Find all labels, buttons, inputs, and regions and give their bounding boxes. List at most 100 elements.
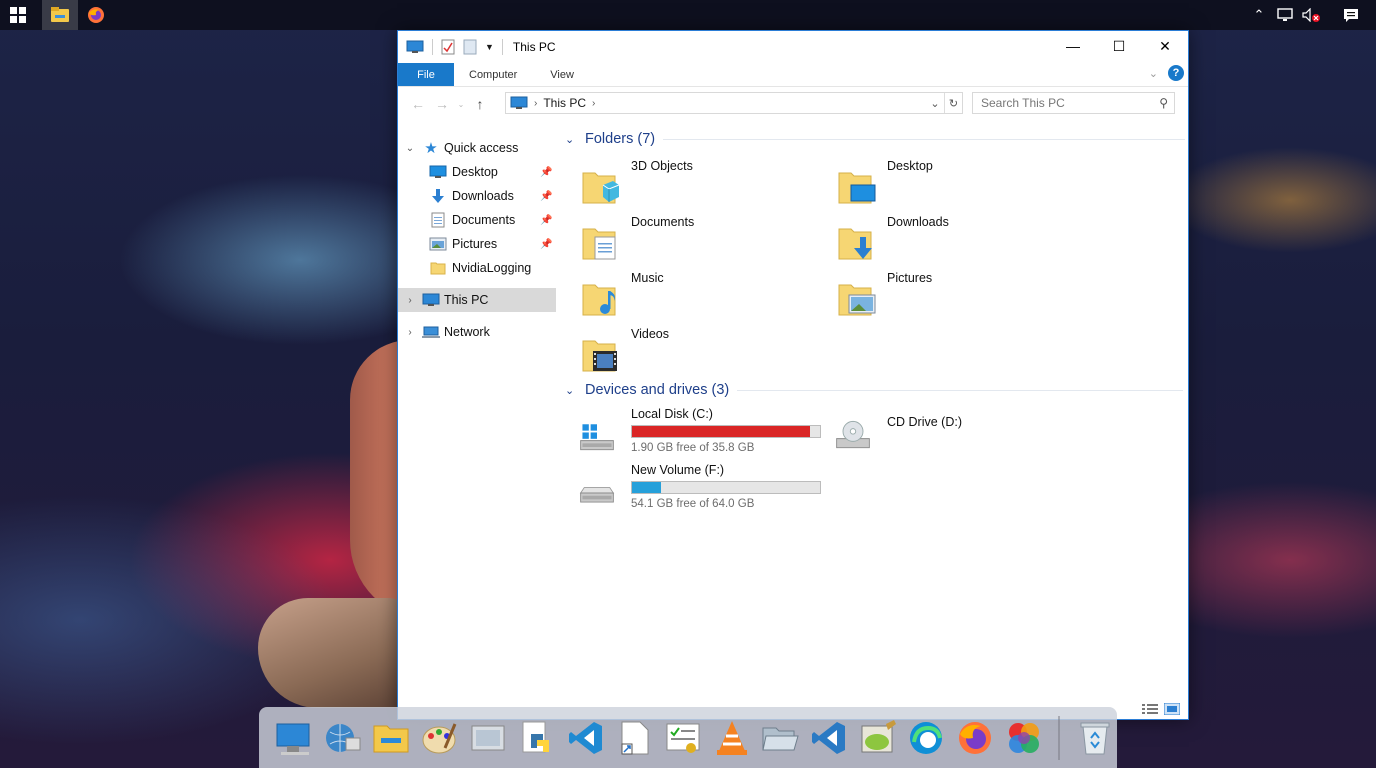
details-view-icon[interactable] [1142,703,1158,715]
windows-drive-icon [580,424,614,451]
forward-button[interactable]: → [430,96,454,112]
expand-chevron-icon[interactable]: ⌄ [404,143,416,154]
paint-icon[interactable] [417,713,462,763]
drive-tile-c[interactable]: Local Disk (C:) 1.90 GB free of 35.8 GB [563,407,821,459]
chevron-up-icon[interactable]: ⌃ [1248,7,1270,23]
folder-label: Documents [631,215,695,229]
dock-divider [1058,715,1061,760]
view-toggle [1142,703,1180,715]
folder-label: Pictures [887,271,933,285]
drive-free-space: 54.1 GB free of 64.0 GB [631,498,755,510]
notifications-icon[interactable] [1340,8,1362,23]
music-folder-icon [582,284,616,316]
expand-ribbon-icon[interactable]: ⌄ [1149,67,1158,80]
gallery-icon[interactable] [466,713,511,763]
sidebar-item-quick-access[interactable]: ⌄ ★ Quick access [398,136,556,160]
expand-chevron-icon[interactable]: › [404,295,416,306]
breadcrumb-separator-icon[interactable]: › [534,98,537,109]
tab-file[interactable]: File [398,63,454,86]
folder-tile-desktop[interactable]: Desktop [819,159,1059,211]
volume-muted-icon[interactable] [1300,8,1322,22]
pin-icon[interactable]: 📌 [540,191,552,202]
sidebar-item-nvidialogging[interactable]: NvidiaLogging [398,256,556,280]
search-input[interactable]: Search This PC ⚲ [972,92,1175,114]
edge-icon[interactable] [904,713,949,763]
vscode-insiders-icon[interactable] [807,713,852,763]
wallpaper-hand [258,598,418,708]
collapse-chevron-icon[interactable]: ⌄ [565,384,581,397]
properties-icon[interactable] [441,39,455,55]
folder-icon [429,260,447,276]
folder-open-icon[interactable] [758,713,803,763]
window-title: This PC [512,40,556,54]
notepad-plus-plus-icon[interactable] [855,713,900,763]
folders-group-header[interactable]: ⌄ Folders (7) [565,131,1186,147]
search-icon: ⚲ [1159,96,1168,110]
address-bar[interactable]: › This PC › ⌄ ↻ [505,92,963,114]
pin-icon[interactable]: 📌 [540,167,552,178]
desktop-folder-icon [838,172,876,204]
file-explorer-icon[interactable] [368,713,413,763]
sidebar-item-pictures[interactable]: Pictures 📌 [398,232,556,256]
sidebar-item-documents[interactable]: Documents 📌 [398,208,556,232]
folder-tile-videos[interactable]: Videos [563,327,803,379]
pin-icon[interactable]: 📌 [540,239,552,250]
customize-toolbar-icon[interactable]: ▼ [485,42,494,52]
network-status-icon[interactable] [1274,8,1296,22]
ribbon-right: ⌄ ? [1149,65,1184,81]
folder-label: Videos [631,327,669,341]
drive-tile-d[interactable]: CD Drive (D:) [819,407,1059,459]
python-icon[interactable] [515,713,560,763]
sidebar-item-label: Desktop [452,165,498,179]
certificate-icon[interactable] [661,713,706,763]
firefox-icon[interactable] [953,713,998,763]
collapse-chevron-icon[interactable]: ⌄ [565,133,581,146]
sidebar-item-downloads[interactable]: Downloads 📌 [398,184,556,208]
folder-tile-documents[interactable]: Documents [563,215,803,267]
tab-computer[interactable]: Computer [454,63,532,86]
recycle-bin-icon[interactable] [1072,713,1117,763]
back-button[interactable]: ← [406,96,430,112]
help-icon[interactable]: ? [1168,65,1184,81]
drive-label: Local Disk (C:) [631,407,713,421]
start-button[interactable] [0,0,36,30]
shortcut-file-icon[interactable] [612,713,657,763]
file-explorer-icon [51,7,69,22]
folders-group-title: Folders (7) [585,131,656,147]
this-pc-icon[interactable] [271,713,316,763]
taskbar-firefox-button[interactable] [78,0,114,30]
network-globe-icon[interactable] [320,713,365,763]
close-button[interactable]: ✕ [1142,31,1188,61]
system-tray: ⌃ [1248,0,1376,30]
folder-label: 3D Objects [631,159,693,173]
new-folder-icon[interactable] [463,39,477,55]
recent-locations-icon[interactable]: ⌄ [454,100,468,109]
taskbar-file-explorer-button[interactable] [42,0,78,30]
drives-group-header[interactable]: ⌄ Devices and drives (3) [565,382,1184,398]
breadcrumb-this-pc[interactable]: This PC [543,96,586,110]
vscode-icon[interactable] [563,713,608,763]
refresh-icon[interactable]: ↻ [944,93,962,113]
tab-view[interactable]: View [532,63,589,86]
folder-tile-music[interactable]: Music [563,271,803,323]
maximize-button[interactable]: ☐ [1096,31,1142,61]
quick-access-toolbar: ▼ [398,39,503,55]
folder-tile-pictures[interactable]: Pictures [819,271,1059,323]
folder-tile-downloads[interactable]: Downloads [819,215,1059,267]
breadcrumb-separator-icon[interactable]: › [592,98,595,109]
drive-tile-f[interactable]: New Volume (F:) 54.1 GB free of 64.0 GB [563,463,821,515]
expand-chevron-icon[interactable]: › [404,327,416,338]
up-button[interactable]: ↑ [468,96,492,112]
folder-tile-3d-objects[interactable]: 3D Objects [563,159,803,211]
photos-icon[interactable] [1002,713,1047,763]
app-dock [259,707,1117,768]
sidebar-item-desktop[interactable]: Desktop 📌 [398,160,556,184]
address-dropdown-icon[interactable]: ⌄ [926,93,944,113]
navigation-bar: ← → ⌄ ↑ › This PC › ⌄ ↻ Search This PC ⚲ [398,87,1188,121]
large-icons-view-icon[interactable] [1164,703,1180,715]
vlc-icon[interactable] [709,713,754,763]
sidebar-item-network[interactable]: › Network [398,320,556,344]
pin-icon[interactable]: 📌 [540,215,552,226]
minimize-button[interactable]: — [1050,31,1096,61]
sidebar-item-this-pc[interactable]: › This PC [398,288,556,312]
